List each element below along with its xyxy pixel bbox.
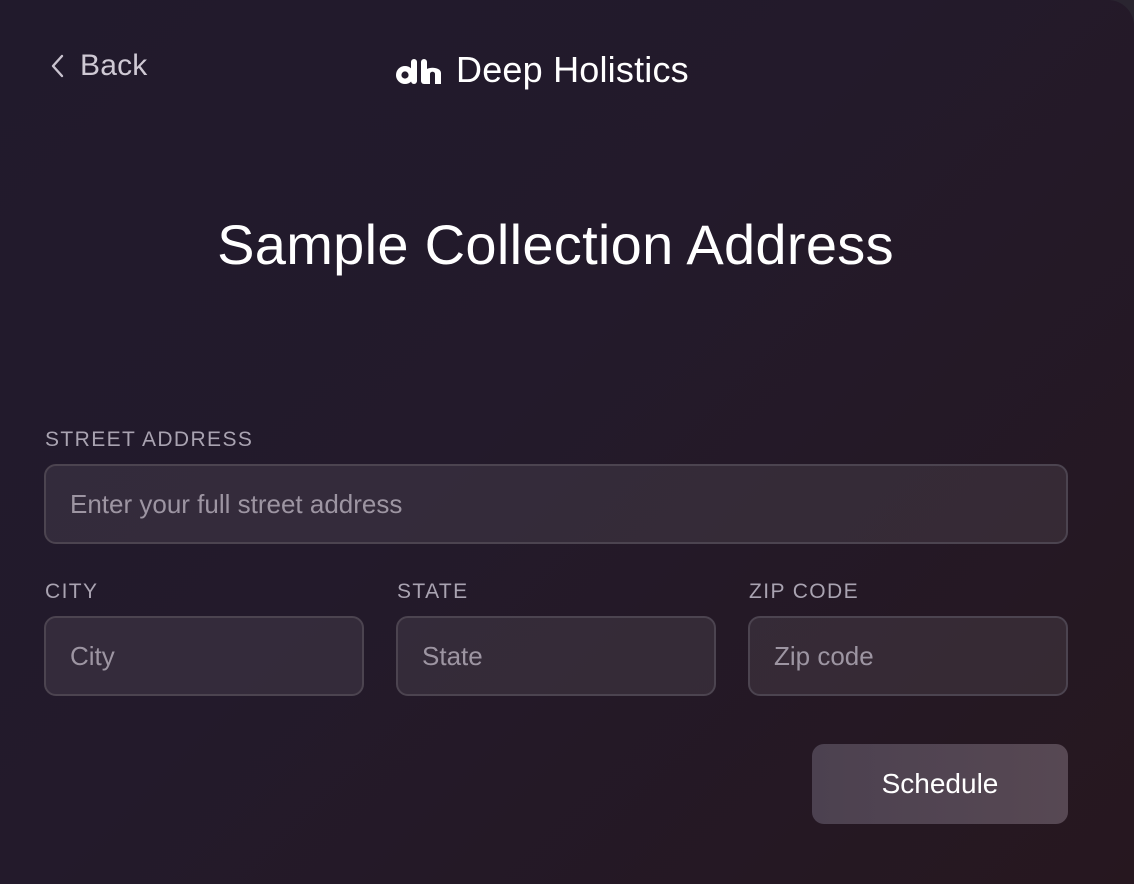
app-window: Back Deep Holistics Sample Collection Ad… [0, 0, 1134, 884]
brand-name: Deep Holistics [456, 49, 689, 90]
state-input[interactable] [396, 616, 716, 696]
city-label: CITY [45, 580, 99, 603]
city-input[interactable] [44, 616, 364, 696]
brand: Deep Holistics [394, 46, 689, 94]
zip-code-input[interactable] [748, 616, 1068, 696]
deep-holistics-logo-icon [394, 53, 444, 87]
chevron-left-icon [50, 54, 64, 78]
zip-code-label: ZIP CODE [749, 580, 859, 603]
back-label: Back [80, 49, 148, 82]
back-button[interactable]: Back [50, 46, 148, 86]
schedule-button[interactable]: Schedule [812, 744, 1068, 824]
page-title: Sample Collection Address [217, 213, 894, 276]
state-label: STATE [397, 580, 469, 603]
street-address-input[interactable] [44, 464, 1068, 544]
street-address-label: STREET ADDRESS [45, 428, 254, 451]
